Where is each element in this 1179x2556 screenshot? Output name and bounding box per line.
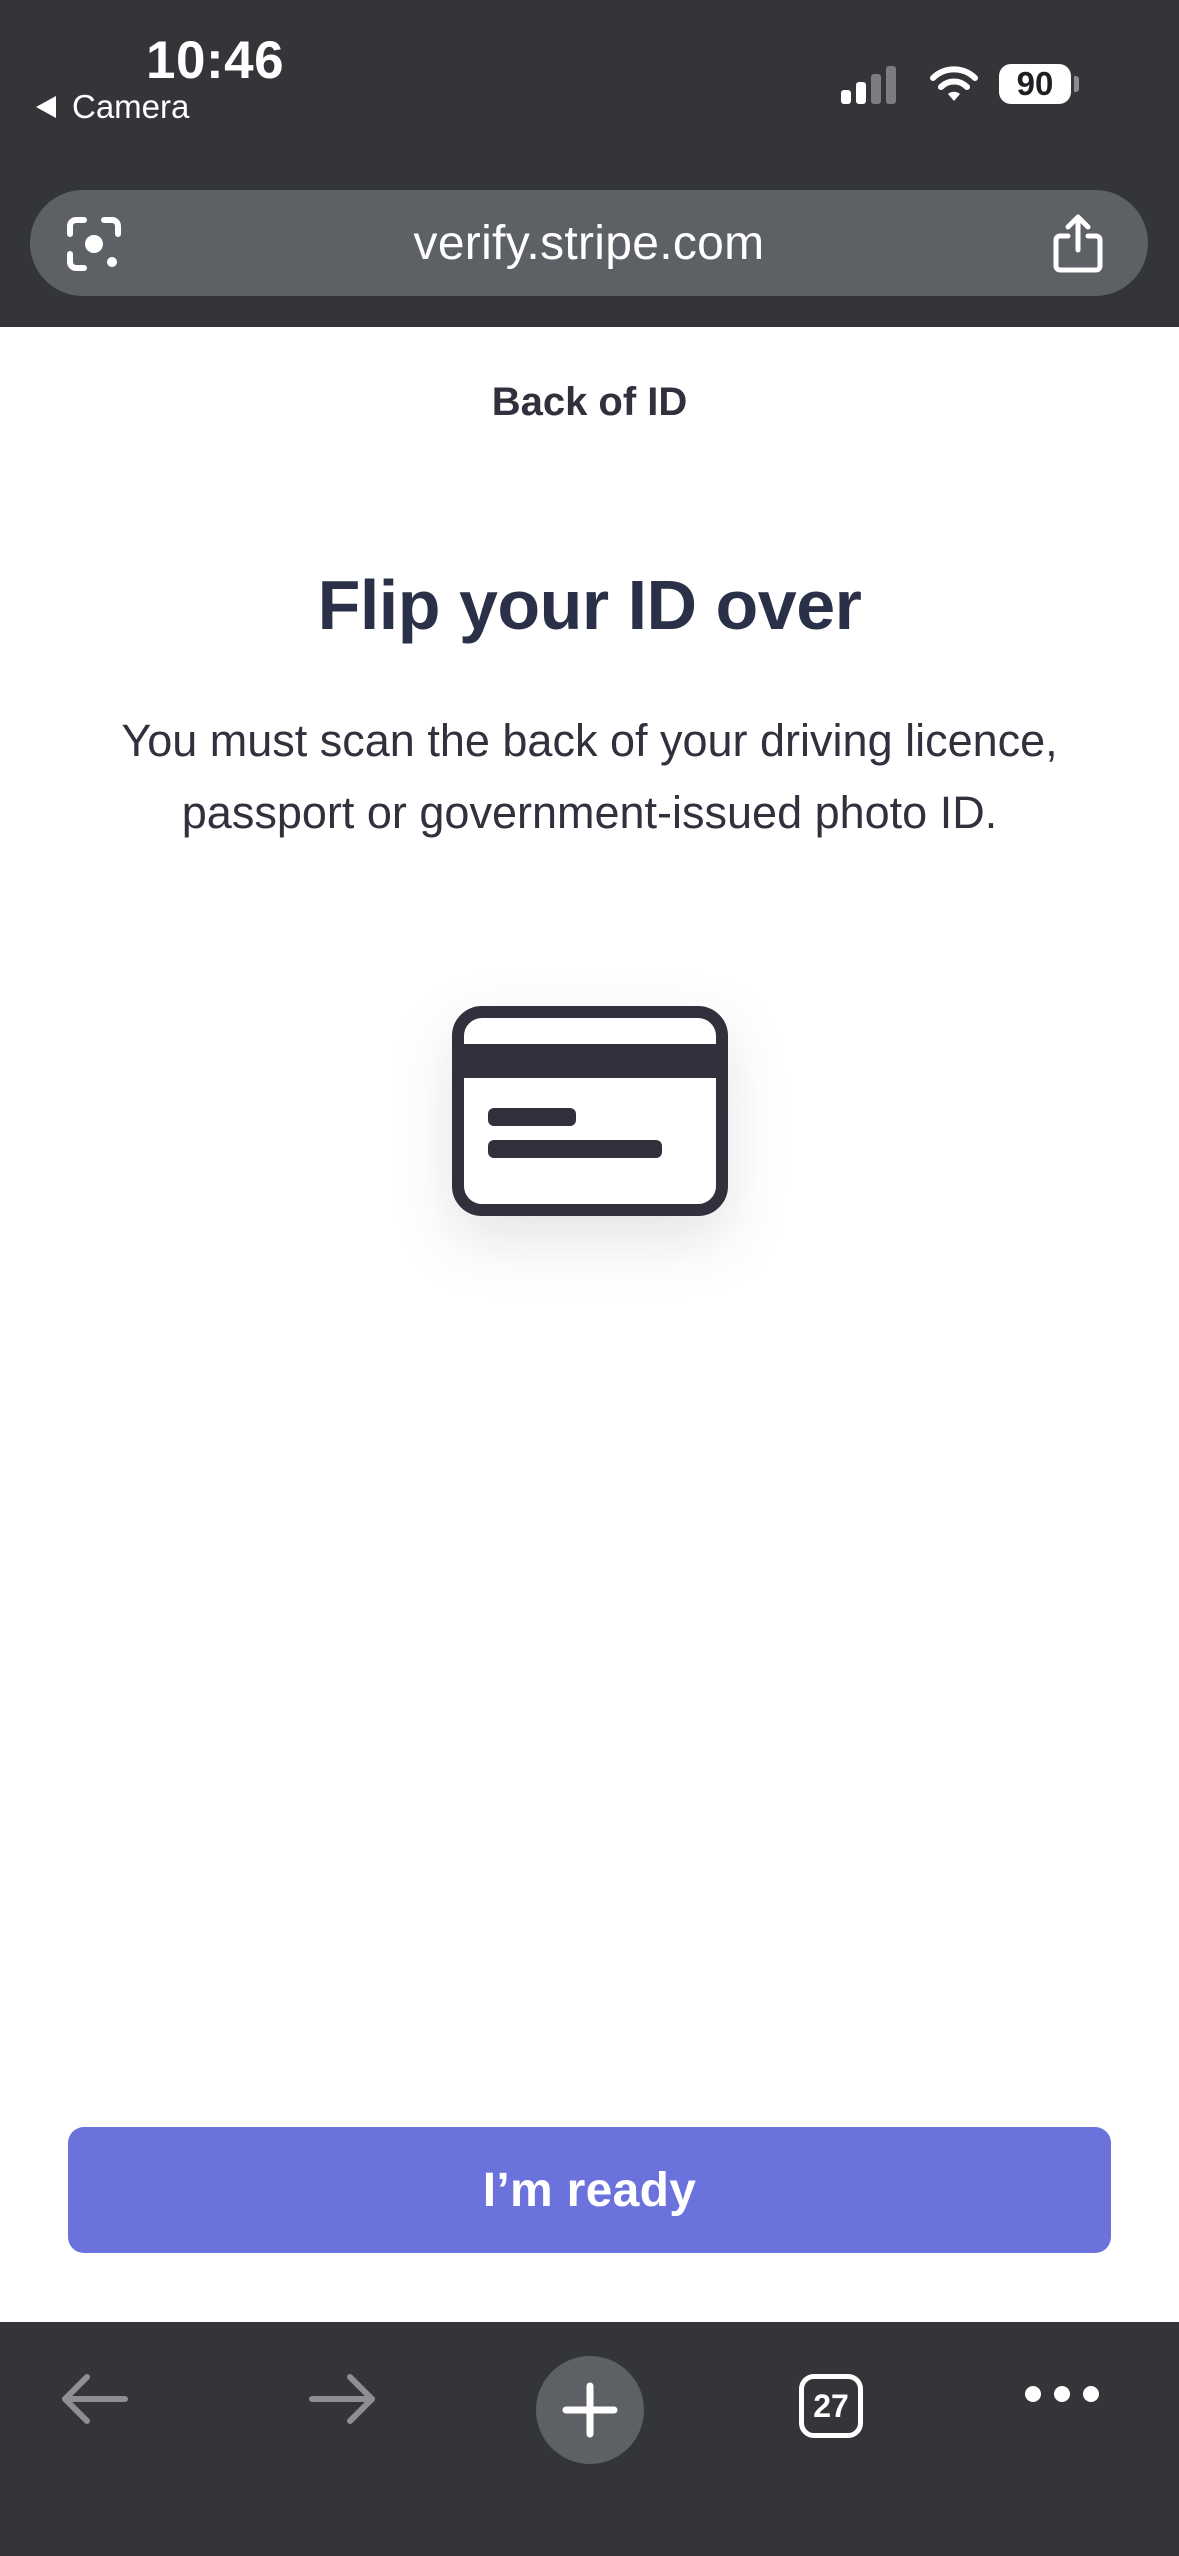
url-bar[interactable]: verify.stripe.com — [30, 190, 1148, 296]
plus-icon — [562, 2382, 618, 2438]
battery-indicator: 90 — [999, 64, 1071, 104]
forward-arrow-icon[interactable] — [302, 2364, 382, 2434]
more-dot — [1083, 2386, 1099, 2402]
back-triangle-icon — [36, 96, 56, 118]
im-ready-button[interactable]: I’m ready — [68, 2127, 1111, 2253]
page-title: Flip your ID over — [317, 566, 862, 644]
more-menu-button[interactable] — [1025, 2386, 1099, 2402]
tab-switcher-button[interactable]: 27 — [799, 2374, 863, 2438]
more-dot — [1025, 2386, 1041, 2402]
google-lens-icon[interactable] — [64, 214, 124, 274]
url-text[interactable]: verify.stripe.com — [414, 216, 765, 271]
share-icon[interactable] — [1050, 212, 1106, 274]
status-indicators: 90 — [841, 64, 1079, 104]
instruction-text: You must scan the back of your driving l… — [121, 715, 1058, 838]
id-card-back-icon — [452, 1006, 728, 1216]
more-dot — [1054, 2386, 1070, 2402]
browser-top-chrome: 10:46 Camera 90 verify.stripe.com — [0, 0, 1179, 327]
cellular-signal-icon — [841, 64, 901, 104]
battery-cap — [1074, 76, 1079, 92]
back-app-label: Camera — [72, 88, 190, 125]
browser-bottom-toolbar: 27 — [0, 2322, 1179, 2556]
step-label: Back of ID — [491, 380, 688, 424]
back-arrow-icon[interactable] — [55, 2364, 135, 2434]
wifi-icon — [930, 66, 978, 101]
back-to-app-link[interactable]: Camera — [36, 88, 189, 126]
status-time: 10:46 — [146, 31, 285, 90]
new-tab-button[interactable] — [536, 2356, 644, 2464]
